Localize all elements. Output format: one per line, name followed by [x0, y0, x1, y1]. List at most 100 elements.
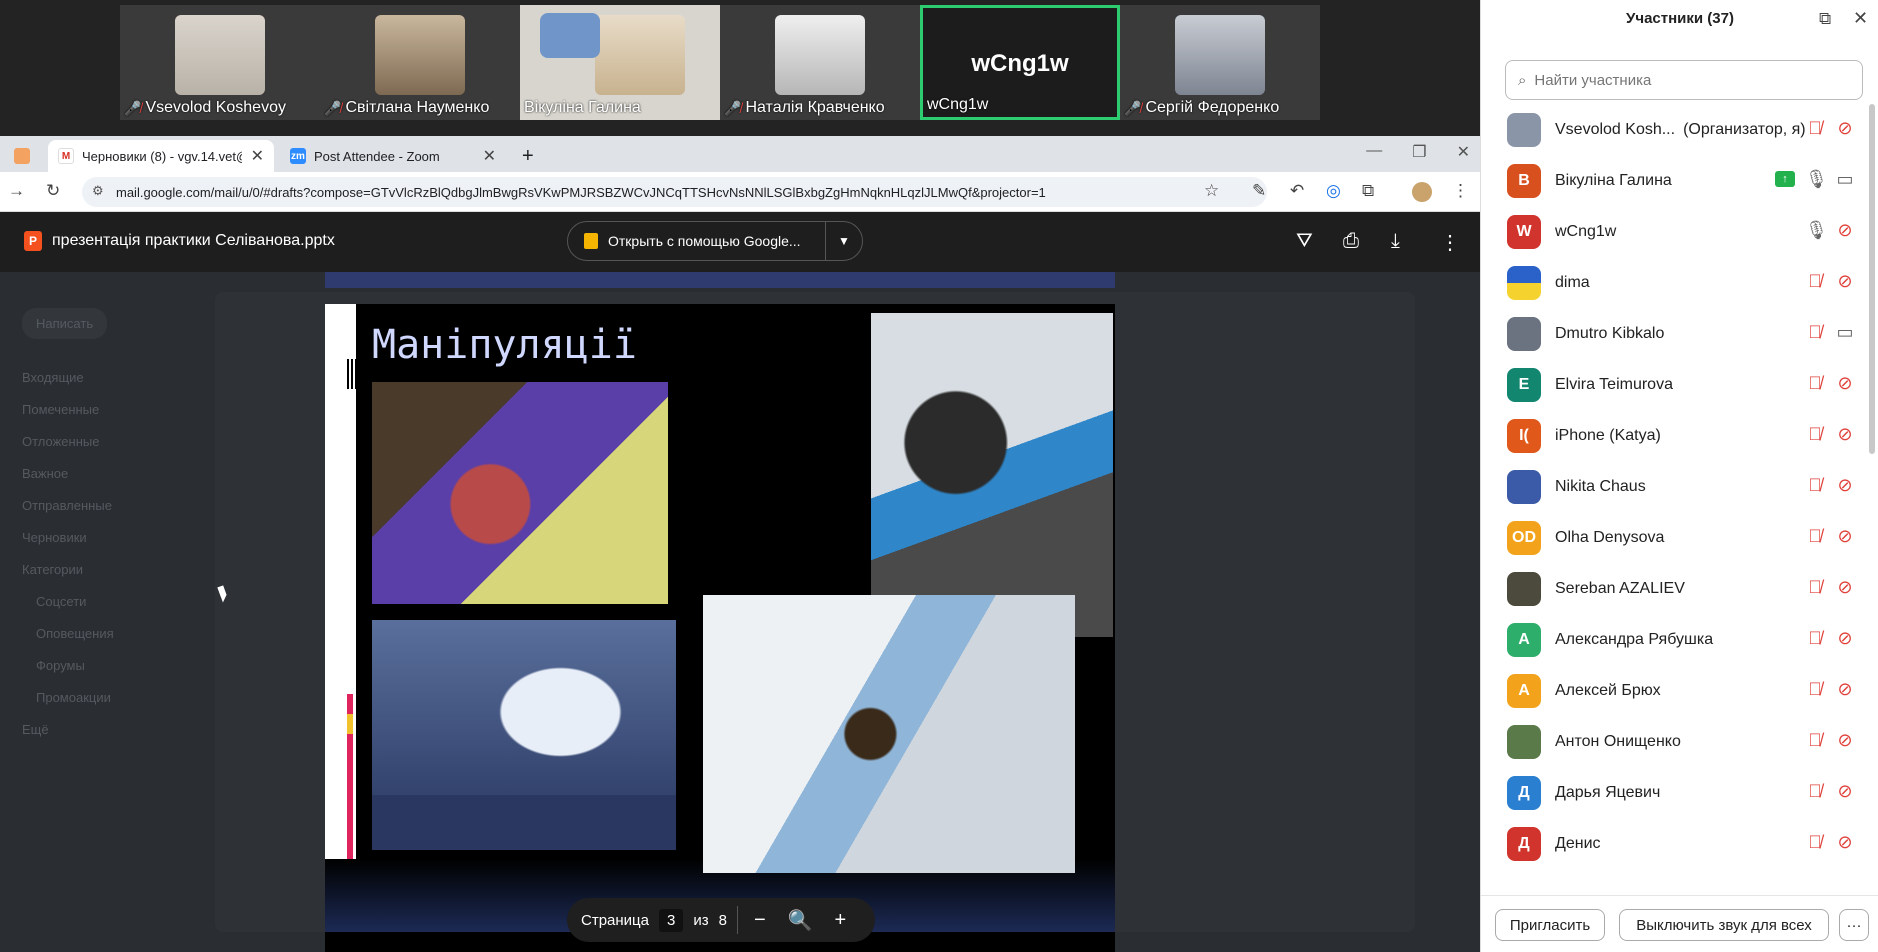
extension-icon[interactable]: ✎ — [1252, 181, 1266, 201]
browser-menu-icon[interactable]: ⋮ — [1452, 181, 1469, 201]
gmail-icon: M — [58, 148, 74, 164]
mic-muted-icon[interactable]: 🎙̸ — [1805, 373, 1825, 394]
video-tile[interactable]: 🎤̸ Сергій Федоренко — [1120, 5, 1320, 120]
participant-name: Александра Рябушка — [1555, 630, 1714, 648]
add-to-drive-icon[interactable]: ⛛ — [1296, 230, 1313, 253]
forward-icon[interactable]: → — [8, 181, 25, 201]
zoom-in-button[interactable]: + — [829, 909, 853, 932]
mic-muted-icon[interactable]: 🎙̸ — [1805, 679, 1825, 700]
camera-off-icon[interactable]: ⊘ — [1835, 679, 1855, 700]
participant-status-icons: 🎙̸ ▭ — [1805, 322, 1855, 343]
camera-off-icon[interactable]: ⊘ — [1835, 730, 1855, 751]
camera-icon[interactable]: ▭ — [1835, 169, 1855, 190]
profile-avatar[interactable] — [1412, 182, 1432, 202]
mic-muted-icon[interactable]: 🎙̸ — [1805, 730, 1825, 751]
avatar-photo — [1507, 469, 1541, 504]
camera-off-icon[interactable]: ⊘ — [1835, 271, 1855, 292]
scrollbar[interactable] — [1869, 104, 1875, 454]
camera-off-icon[interactable]: ⊘ — [1835, 424, 1855, 445]
zoom-out-button[interactable]: − — [748, 909, 772, 932]
video-tile[interactable]: 🎤̸ Світлана Науменко — [320, 5, 520, 120]
participant-row[interactable]: Sereban AZALIEV 🎙̸ ⊘ — [1481, 563, 1865, 614]
mic-muted-icon[interactable]: 🎙̸ — [1805, 781, 1825, 802]
video-tile[interactable]: 🎤̸ Vsevolod Koshevoy — [120, 5, 320, 120]
more-options-icon[interactable]: ⋮ — [1440, 230, 1460, 255]
camera-off-icon[interactable]: ⊘ — [1835, 118, 1855, 139]
new-tab-button[interactable]: + — [512, 140, 544, 172]
mic-muted-icon[interactable]: 🎙̸ — [1805, 424, 1825, 445]
participant-row[interactable]: Д Дарья Яцевич 🎙̸ ⊘ — [1481, 767, 1865, 818]
folder-item: Черновики — [22, 530, 87, 545]
page-number-input[interactable]: 3 — [658, 908, 684, 932]
pop-out-icon[interactable]: ⧉ — [1819, 9, 1831, 29]
mic-muted-icon[interactable]: 🎙̸ — [1805, 526, 1825, 547]
extensions-puzzle-icon[interactable]: ⧉ — [1362, 181, 1374, 201]
mic-muted-icon[interactable]: 🎙̸ — [1805, 475, 1825, 496]
camera-off-icon[interactable]: ⊘ — [1835, 373, 1855, 394]
close-tab-icon[interactable]: ✕ — [483, 146, 496, 166]
bookmark-star-icon[interactable]: ☆ — [1204, 181, 1219, 201]
restore-icon[interactable]: ❐ — [1412, 142, 1426, 162]
participant-status-icons: 🎙̸ ⊘ — [1805, 424, 1855, 445]
close-tab-icon[interactable]: ✕ — [251, 146, 264, 166]
mic-muted-icon[interactable]: 🎙̸ — [1805, 628, 1825, 649]
participant-row[interactable]: Nikita Chaus 🎙̸ ⊘ — [1481, 461, 1865, 512]
video-tile[interactable]: 🎤̸ Наталія Кравченко — [720, 5, 920, 120]
open-with-button[interactable]: Открыть с помощью Google... ▼ — [567, 221, 863, 261]
more-options-button[interactable]: ··· — [1839, 909, 1869, 941]
participant-row[interactable]: E Elvira Teimurova 🎙̸ ⊘ — [1481, 359, 1865, 410]
mic-icon[interactable]: 🎙 — [1805, 169, 1828, 190]
minimize-icon[interactable]: — — [1366, 142, 1382, 162]
participant-row[interactable]: Dmutro Kibkalo 🎙̸ ▭ — [1481, 308, 1865, 359]
camera-icon[interactable]: ▭ — [1835, 322, 1855, 343]
participant-row[interactable]: Д Денис 🎙̸ ⊘ — [1481, 818, 1865, 869]
participant-row[interactable]: WwCng1w 🎙 ⊘ — [1481, 206, 1865, 257]
mic-icon[interactable]: 🎙 — [1805, 220, 1828, 241]
close-window-icon[interactable]: ✕ — [1457, 142, 1470, 162]
participant-row[interactable]: I(iPhone (Katya) 🎙̸ ⊘ — [1481, 410, 1865, 461]
mute-all-button[interactable]: Выключить звук для всех — [1619, 909, 1829, 941]
tile-label: 🎤̸ Vsevolod Koshevoy — [124, 99, 286, 117]
mic-muted-icon[interactable]: 🎙̸ — [1805, 577, 1825, 598]
camera-off-icon[interactable]: ⊘ — [1835, 628, 1855, 649]
avatar-initials: А — [1507, 673, 1541, 708]
folder-item: Категории — [22, 562, 83, 577]
participant-row[interactable]: Vsevolod Kosh... (Организатор, я) 🎙̸ ⊘ — [1481, 104, 1865, 155]
reload-icon[interactable]: ↻ — [46, 181, 60, 201]
google-slides-icon — [584, 233, 598, 249]
search-input[interactable] — [1534, 71, 1835, 89]
camera-off-icon[interactable]: ⊘ — [1835, 832, 1855, 853]
slide-left-bar — [325, 304, 356, 932]
video-tile-active-speaker[interactable]: wCng1w wCng1w — [920, 5, 1120, 120]
camera-off-icon[interactable]: ⊘ — [1835, 577, 1855, 598]
close-icon[interactable]: ✕ — [1853, 8, 1868, 29]
participant-row[interactable]: В Вікуліна Галина ↑ 🎙 ▭ — [1481, 155, 1865, 206]
participant-row[interactable]: Антон Онищенко 🎙̸ ⊘ — [1481, 716, 1865, 767]
mic-muted-icon[interactable]: 🎙̸ — [1805, 832, 1825, 853]
participant-row[interactable]: dima 🎙̸ ⊘ — [1481, 257, 1865, 308]
pinned-tab[interactable] — [4, 140, 44, 172]
tab-zoom[interactable]: zm Post Attendee - Zoom ✕ — [280, 140, 506, 172]
participant-row[interactable]: А Александра Рябушка 🎙̸ ⊘ — [1481, 614, 1865, 665]
video-tile[interactable]: Вікуліна Галина — [520, 5, 720, 120]
camera-off-icon[interactable]: ⊘ — [1835, 526, 1855, 547]
participant-row[interactable]: А Алексей Брюх 🎙̸ ⊘ — [1481, 665, 1865, 716]
url-field[interactable]: ⚙ mail.google.com/mail/u/0/#drafts?compo… — [82, 177, 1267, 207]
camera-off-icon[interactable]: ⊘ — [1835, 475, 1855, 496]
download-icon[interactable]: ⤓ — [1391, 230, 1400, 253]
participant-search[interactable]: ⌕ — [1505, 60, 1863, 100]
site-info-icon[interactable]: ⚙ — [92, 183, 104, 199]
reply-icon[interactable]: ↶ — [1290, 181, 1304, 201]
mic-muted-icon[interactable]: 🎙̸ — [1805, 118, 1825, 139]
camera-off-icon[interactable]: ⊘ — [1835, 220, 1855, 241]
invite-button[interactable]: Пригласить — [1495, 909, 1605, 941]
mic-muted-icon[interactable]: 🎙̸ — [1805, 322, 1825, 343]
participant-row[interactable]: OD Olha Denysova 🎙̸ ⊘ — [1481, 512, 1865, 563]
chevron-down-icon[interactable]: ▼ — [826, 234, 862, 248]
folder-item: Входящие — [22, 370, 84, 385]
camera-off-icon[interactable]: ⊘ — [1835, 781, 1855, 802]
mic-muted-icon[interactable]: 🎙̸ — [1805, 271, 1825, 292]
chrome-extension-icon[interactable]: ◎ — [1326, 181, 1341, 201]
tab-gmail[interactable]: M Черновики (8) - vgv.14.vet@gm ✕ — [48, 140, 274, 172]
print-icon[interactable]: ⎙ — [1343, 230, 1359, 253]
